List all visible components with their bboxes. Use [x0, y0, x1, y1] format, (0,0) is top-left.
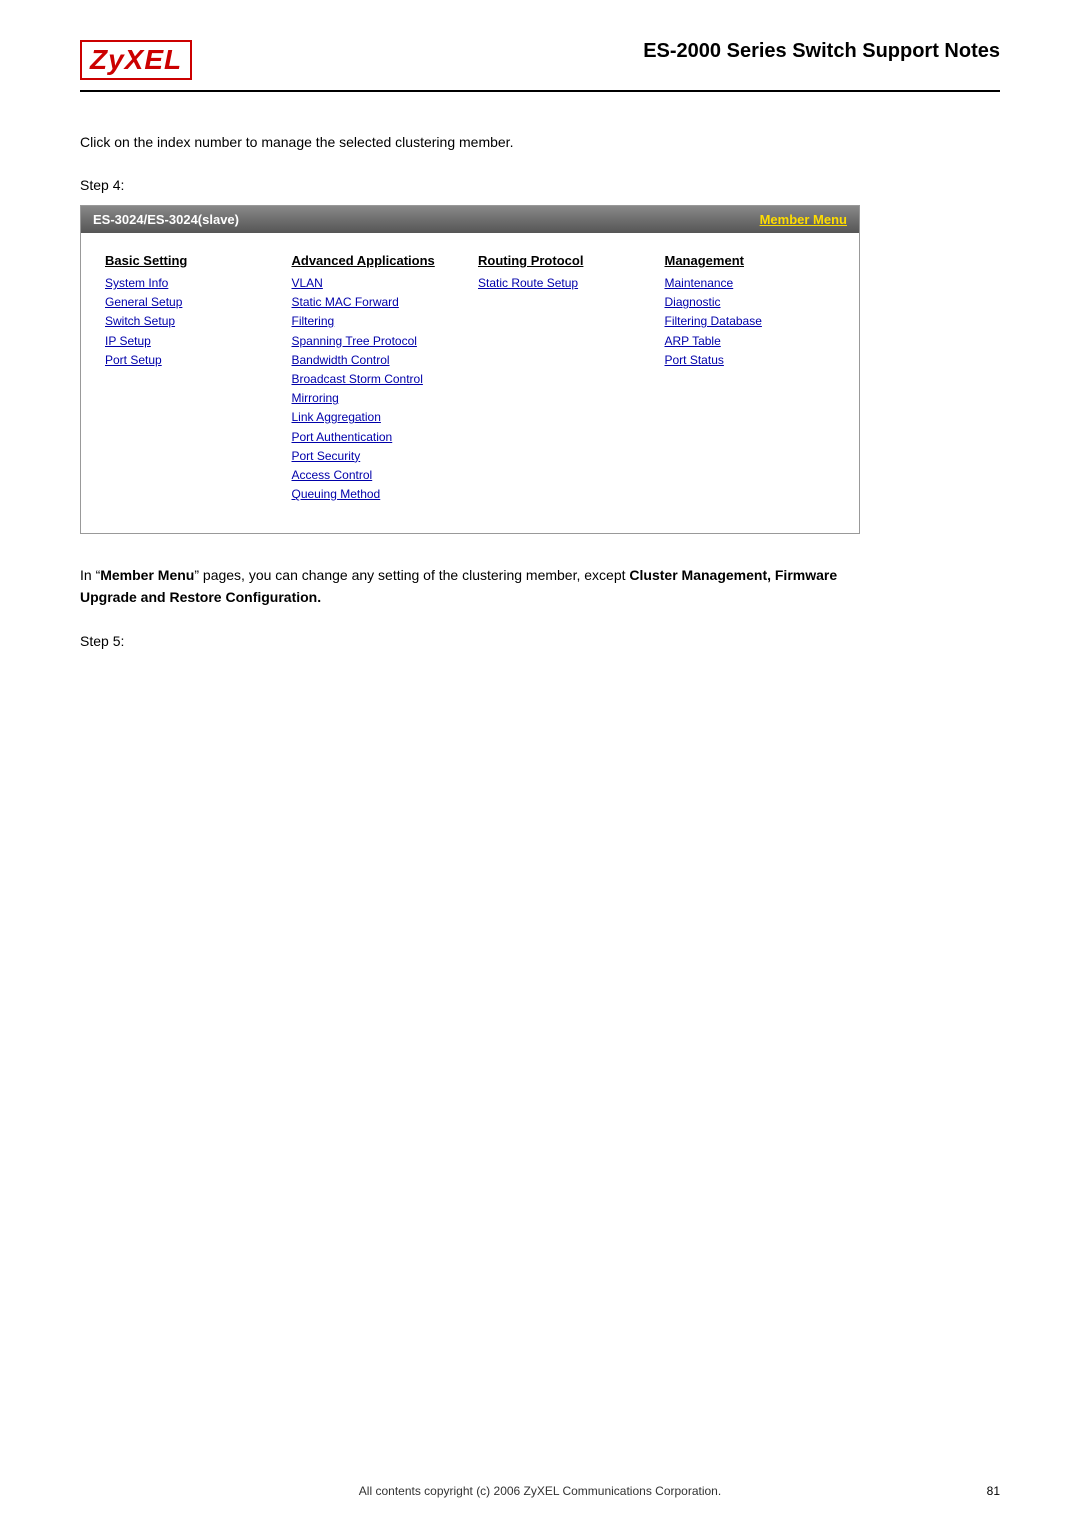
menu-column-management: Management Maintenance Diagnostic Filter… — [657, 253, 844, 513]
link-port-security[interactable]: Port Security — [292, 447, 463, 466]
link-static-route[interactable]: Static Route Setup — [478, 274, 649, 293]
link-ip-setup[interactable]: IP Setup — [105, 332, 276, 351]
link-filtering-database[interactable]: Filtering Database — [665, 312, 836, 331]
link-static-mac-forward[interactable]: Static MAC Forward — [292, 293, 463, 312]
menu-column-advanced: Advanced Applications VLAN Static MAC Fo… — [284, 253, 471, 513]
link-arp-table[interactable]: ARP Table — [665, 332, 836, 351]
page-header: ZyXEL ES-2000 Series Switch Support Note… — [80, 40, 1000, 92]
col2-header: Advanced Applications — [292, 253, 463, 268]
member-menu-paragraph: In “Member Menu” pages, you can change a… — [80, 564, 860, 609]
col3-header: Routing Protocol — [478, 253, 649, 268]
link-mirroring[interactable]: Mirroring — [292, 389, 463, 408]
intro-text: Click on the index number to manage the … — [80, 132, 1000, 153]
link-bandwidth-control[interactable]: Bandwidth Control — [292, 351, 463, 370]
link-system-info[interactable]: System Info — [105, 274, 276, 293]
menu-column-basic: Basic Setting System Info General Setup … — [97, 253, 284, 513]
link-maintenance[interactable]: Maintenance — [665, 274, 836, 293]
page-title: ES-2000 Series Switch Support Notes — [643, 40, 1000, 63]
menu-box-title: ES-3024/ES-3024(slave) — [93, 212, 239, 227]
link-general-setup[interactable]: General Setup — [105, 293, 276, 312]
link-queuing-method[interactable]: Queuing Method — [292, 485, 463, 504]
link-port-authentication[interactable]: Port Authentication — [292, 428, 463, 447]
link-diagnostic[interactable]: Diagnostic — [665, 293, 836, 312]
link-switch-setup[interactable]: Switch Setup — [105, 312, 276, 331]
link-access-control[interactable]: Access Control — [292, 466, 463, 485]
menu-box-header: ES-3024/ES-3024(slave) Member Menu — [81, 206, 859, 233]
bold-member-menu: Member Menu — [100, 567, 194, 583]
link-spanning-tree[interactable]: Spanning Tree Protocol — [292, 332, 463, 351]
logo-area: ZyXEL — [80, 40, 192, 80]
link-vlan[interactable]: VLAN — [292, 274, 463, 293]
menu-box-body: Basic Setting System Info General Setup … — [81, 233, 859, 533]
link-port-status[interactable]: Port Status — [665, 351, 836, 370]
link-filtering[interactable]: Filtering — [292, 312, 463, 331]
link-link-aggregation[interactable]: Link Aggregation — [292, 408, 463, 427]
col1-header: Basic Setting — [105, 253, 276, 268]
menu-column-routing: Routing Protocol Static Route Setup — [470, 253, 657, 513]
step4-label: Step 4: — [80, 177, 1000, 193]
col4-header: Management — [665, 253, 836, 268]
page-number: 81 — [987, 1484, 1000, 1498]
logo: ZyXEL — [80, 40, 192, 80]
member-menu-link[interactable]: Member Menu — [760, 212, 847, 227]
link-port-setup[interactable]: Port Setup — [105, 351, 276, 370]
footer-copyright: All contents copyright (c) 2006 ZyXEL Co… — [0, 1484, 1080, 1498]
bold-exceptions: Cluster Management, Firmware Upgrade and… — [80, 567, 837, 605]
link-broadcast-storm[interactable]: Broadcast Storm Control — [292, 370, 463, 389]
member-menu-box: ES-3024/ES-3024(slave) Member Menu Basic… — [80, 205, 860, 534]
step5-label: Step 5: — [80, 633, 1000, 649]
